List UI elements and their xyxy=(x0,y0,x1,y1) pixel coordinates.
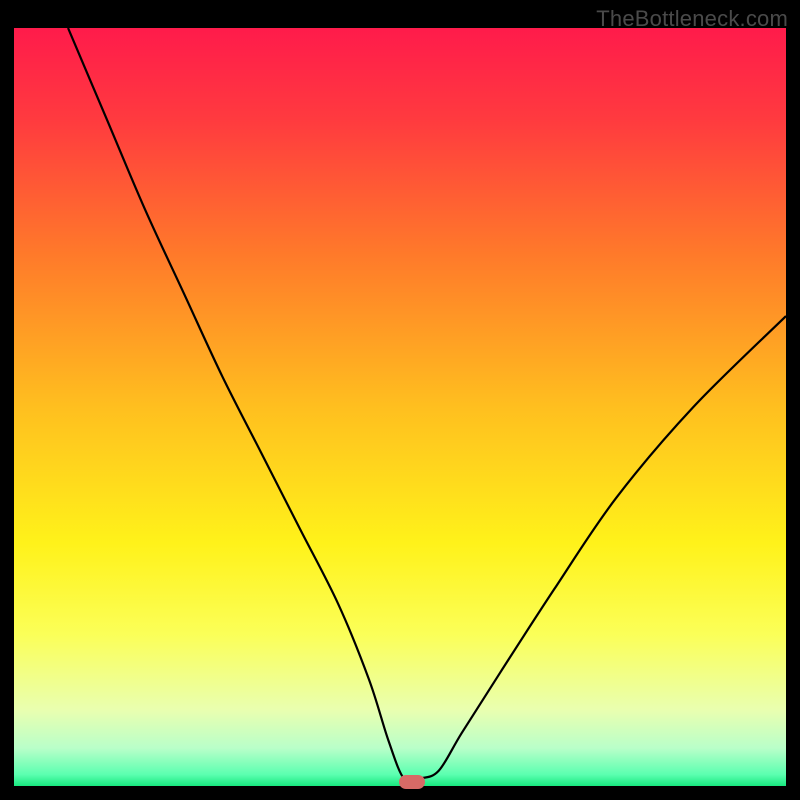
watermark-text: TheBottleneck.com xyxy=(596,6,788,32)
bottleneck-curve-svg xyxy=(14,28,786,786)
plot-area xyxy=(14,28,786,786)
optimal-marker xyxy=(399,775,425,789)
chart-frame: TheBottleneck.com xyxy=(0,0,800,800)
bottleneck-curve-path xyxy=(68,28,786,782)
